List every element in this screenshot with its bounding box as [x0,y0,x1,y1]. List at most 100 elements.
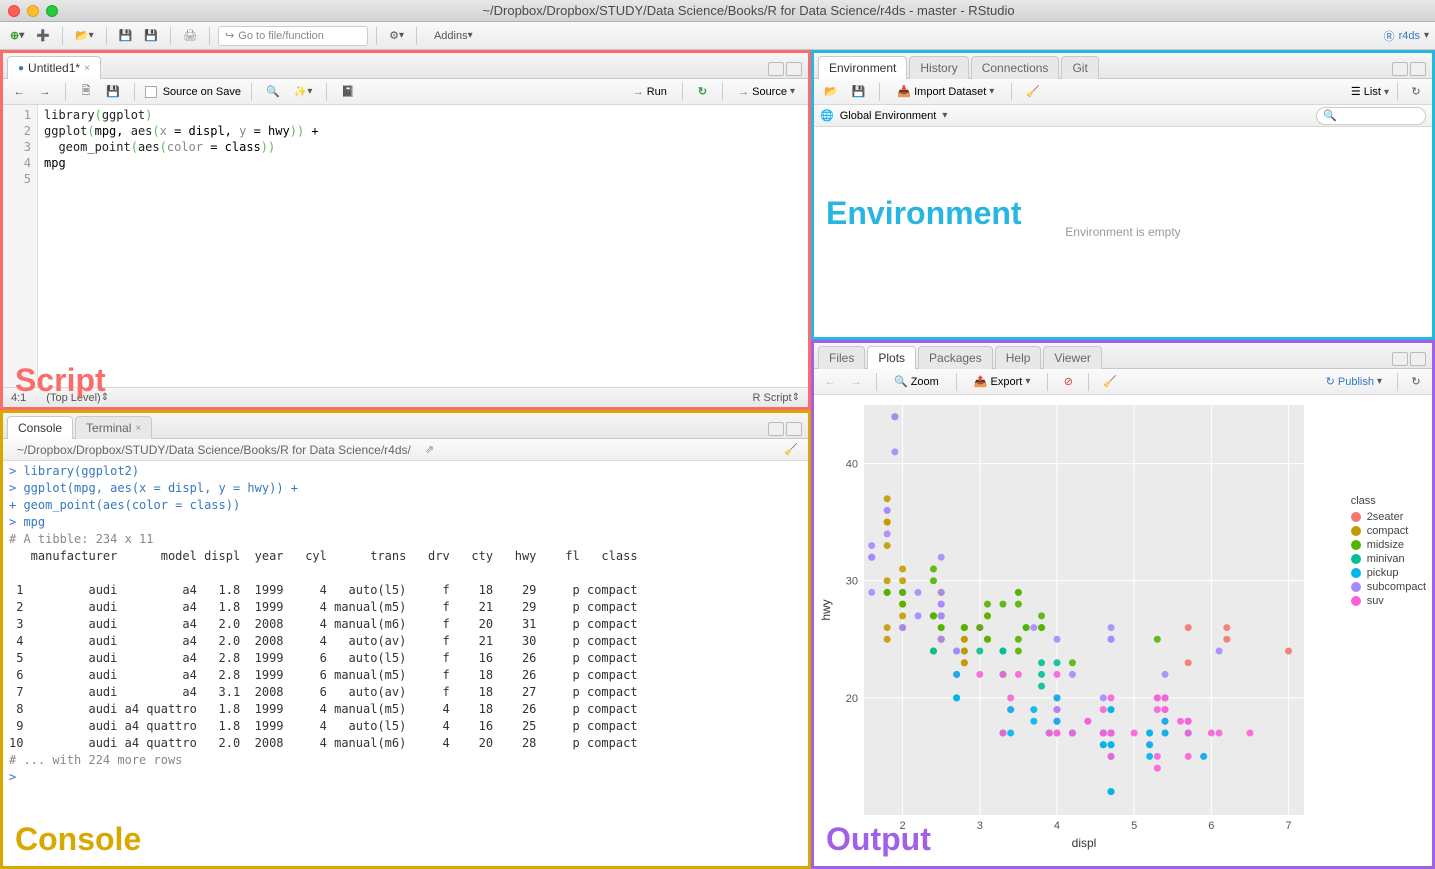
env-scope-bar: 🌐 Global Environment ▾ 🔍 [814,105,1432,127]
svg-text:6: 6 [1208,820,1214,832]
publish-button[interactable]: ↻ Publish ▾ [1319,372,1389,391]
close-tab-icon[interactable]: × [135,423,141,434]
script-tab[interactable]: ● Untitled1* × [7,56,101,79]
maximize-window[interactable] [46,5,58,17]
close-window[interactable] [8,5,20,17]
env-body: Environment is empty [814,127,1432,337]
find-icon[interactable]: 🔍 [262,82,284,102]
source-button[interactable]: →Source ▾ [731,83,802,101]
console-tab[interactable]: Console [7,416,73,439]
scope-label[interactable]: (Top Level) [46,392,100,404]
save-icon[interactable]: 💾 [115,26,137,46]
plots-tab[interactable]: Plots [867,346,916,369]
console-output[interactable]: > library(ggplot2) > ggplot(mpg, aes(x =… [3,461,808,866]
help-tab[interactable]: Help [995,346,1042,369]
addins-dropdown[interactable]: Addins ▾ [425,26,482,46]
output-pane: Files Plots Packages Help Viewer ← → 🔍 Z… [811,340,1435,869]
path-reveal-icon[interactable]: ⇗ [425,443,434,456]
notebook-icon[interactable]: 📓 [337,82,359,102]
minimize-pane-icon[interactable] [768,62,784,76]
close-tab-icon[interactable]: × [84,63,90,74]
script-toolbar: ← → 🗎 💾 Source on Save 🔍 ✨ ▾ 📓 →Run ↻ [3,79,808,105]
refresh-icon[interactable]: ↻ [1406,82,1426,102]
minimize-window[interactable] [27,5,39,17]
project-name: r4ds [1399,30,1420,42]
separator [376,27,377,45]
export-button[interactable]: 📤 Export ▾ [967,372,1038,391]
source-on-save-checkbox[interactable] [145,86,157,98]
remove-plot-icon[interactable]: ⊘ [1058,372,1078,392]
env-tab[interactable]: Environment [818,56,907,79]
maximize-pane-icon[interactable] [1410,62,1426,76]
git-tab[interactable]: Git [1061,56,1098,79]
maximize-pane-icon[interactable] [786,62,802,76]
packages-tab[interactable]: Packages [918,346,993,369]
clear-console-icon[interactable]: 🧹 [780,440,802,460]
svg-text:7: 7 [1285,820,1291,832]
connections-tab[interactable]: Connections [971,56,1060,79]
minimize-pane-icon[interactable] [1392,62,1408,76]
console-path-bar: ~/Dropbox/Dropbox/STUDY/Data Science/Boo… [3,439,808,461]
maximize-pane-icon[interactable] [1410,352,1426,366]
file-type-label[interactable]: R Script [752,392,791,404]
code-editor[interactable]: 12345 library(ggplot)ggplot(mpg, aes(x =… [3,105,808,387]
zoom-button[interactable]: 🔍 Zoom [887,372,946,391]
env-tabs: Environment History Connections Git [814,53,1432,79]
minimize-pane-icon[interactable] [1392,352,1408,366]
refresh-plot-icon[interactable]: ↻ [1406,372,1426,392]
new-project-icon[interactable]: ➕ [32,26,54,46]
forward-icon[interactable]: → [35,82,55,102]
new-file-icon[interactable]: ⊕ ▾ [6,26,28,46]
open-file-icon[interactable]: 📂 ▾ [71,26,98,46]
clear-plots-icon[interactable]: 🧹 [1099,372,1121,392]
clear-env-icon[interactable]: 🧹 [1022,82,1044,102]
print-icon[interactable]: 🖨 [179,26,201,46]
save-workspace-icon[interactable]: 💾 [848,82,870,102]
plot-legend: class2seatercompactmidsizeminivanpickups… [1351,495,1426,609]
files-tab[interactable]: Files [818,346,865,369]
file-icon: ● [18,63,24,74]
globe-icon: 🌐 [820,109,834,122]
save-script-icon[interactable]: 💾 [102,82,124,102]
wand-icon[interactable]: ✨ ▾ [290,82,317,102]
rerun-button[interactable]: ↻ [691,82,714,101]
console-tabs: Console Terminal × [3,413,808,439]
script-tab-label: Untitled1* [28,61,80,75]
line-gutter: 12345 [3,105,38,387]
r-logo-icon: Ⓡ [1384,28,1395,44]
viewer-tab[interactable]: Viewer [1043,346,1101,369]
load-workspace-icon[interactable]: 📂 [820,82,842,102]
list-view-button[interactable]: ☰ List ▾ [1351,85,1389,98]
plot-area: 234567203040displhwy class2seatercompact… [814,395,1432,866]
svg-text:hwy: hwy [819,599,833,620]
history-tab[interactable]: History [909,56,968,79]
next-plot-icon[interactable]: → [846,372,866,392]
env-scope[interactable]: Global Environment [840,110,937,122]
separator [416,27,417,45]
window-title: ~/Dropbox/Dropbox/STUDY/Data Science/Boo… [70,3,1427,18]
svg-text:5: 5 [1131,820,1137,832]
save-all-icon[interactable]: 💾 [140,26,162,46]
import-dataset-button[interactable]: 📥 Import Dataset ▾ [890,82,1001,101]
svg-text:3: 3 [977,820,983,832]
tools-icon[interactable]: ⚙ ▾ [385,26,408,46]
env-search-input[interactable]: 🔍 [1316,107,1426,125]
terminal-tab[interactable]: Terminal × [75,416,152,439]
prev-plot-icon[interactable]: ← [820,372,840,392]
env-empty-message: Environment is empty [1065,225,1180,239]
code-area[interactable]: library(ggplot)ggplot(mpg, aes(x = displ… [38,105,808,387]
env-toolbar: 📂 💾 📥 Import Dataset ▾ 🧹 ☰ List ▾ ↻ [814,79,1432,105]
goto-file-input[interactable]: ↪Go to file/function [218,26,368,46]
maximize-pane-icon[interactable] [786,422,802,436]
svg-text:30: 30 [846,576,858,588]
show-doc-icon[interactable]: 🗎 [76,82,96,102]
minimize-pane-icon[interactable] [768,422,784,436]
cursor-position: 4:1 [11,392,26,404]
separator [106,27,107,45]
main-toolbar: ⊕ ▾ ➕ 📂 ▾ 💾 💾 🖨 ↪Go to file/function ⚙ ▾… [0,22,1435,50]
run-button[interactable]: →Run [626,83,674,101]
back-icon[interactable]: ← [9,82,29,102]
separator [209,27,210,45]
project-menu[interactable]: Ⓡ r4ds ▾ [1384,28,1429,44]
svg-text:4: 4 [1054,820,1060,832]
